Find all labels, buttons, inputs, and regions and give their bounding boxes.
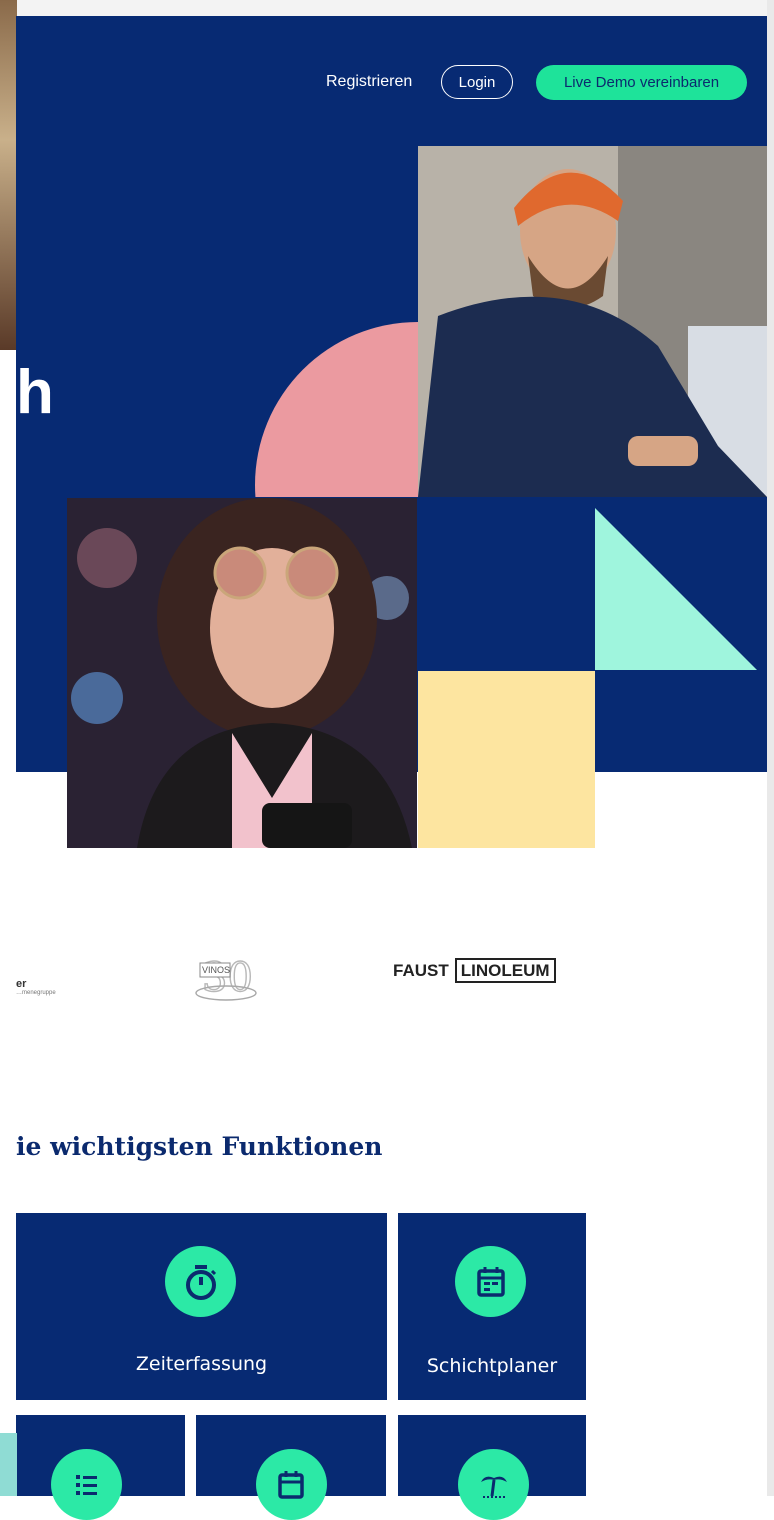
mint-triangle xyxy=(595,508,757,670)
hero-photo-man xyxy=(418,146,767,497)
feature-tile-schichtplaner[interactable]: Schichtplaner xyxy=(398,1213,586,1400)
partner-logo-left-subtext: …menegruppe xyxy=(16,990,56,996)
top-band xyxy=(0,0,774,16)
feature-tile-calendar-edit[interactable] xyxy=(196,1415,386,1520)
tile-label-schichtplaner: Schichtplaner xyxy=(426,1355,558,1377)
faust-linoleum-logo: FAUST LINOLEUM xyxy=(393,958,556,983)
partner-logo-left-text: er xyxy=(16,978,27,990)
stopwatch-icon xyxy=(165,1246,236,1317)
vinos-logo: 30 VINOS xyxy=(188,951,260,1003)
background-corner-teal xyxy=(0,1433,17,1496)
features-section-title: ie wichtigsten Funktionen xyxy=(16,1132,383,1161)
partner-logo-left: er …menegruppe xyxy=(16,978,76,996)
faust-logo-word: FAUST xyxy=(393,961,449,980)
vinos-logo-text: VINOS xyxy=(202,965,231,975)
svg-text:30: 30 xyxy=(202,955,253,1001)
register-link[interactable]: Registrieren xyxy=(326,73,412,91)
background-photo-strip xyxy=(0,0,17,350)
list-icon xyxy=(51,1449,122,1520)
pink-quarter-circle xyxy=(255,322,418,497)
hero-photo-woman xyxy=(67,498,417,848)
tile-label-zeiterfassung: Zeiterfassung xyxy=(135,1353,268,1375)
calendar-edit-icon xyxy=(256,1449,327,1520)
page-scrollbar[interactable] xyxy=(767,0,774,1496)
feature-tile-list[interactable] xyxy=(16,1415,185,1520)
login-button[interactable]: Login xyxy=(441,65,513,99)
yellow-square xyxy=(418,671,595,848)
palm-tree-icon xyxy=(458,1449,529,1520)
feature-tile-zeiterfassung[interactable]: Zeiterfassung xyxy=(16,1213,387,1400)
calendar-icon xyxy=(455,1246,526,1317)
live-demo-button[interactable]: Live Demo vereinbaren xyxy=(536,65,747,100)
hero-heading-partial: h xyxy=(16,358,54,427)
feature-tile-vacation[interactable] xyxy=(398,1415,586,1520)
linoleum-logo-word: LINOLEUM xyxy=(454,958,556,983)
